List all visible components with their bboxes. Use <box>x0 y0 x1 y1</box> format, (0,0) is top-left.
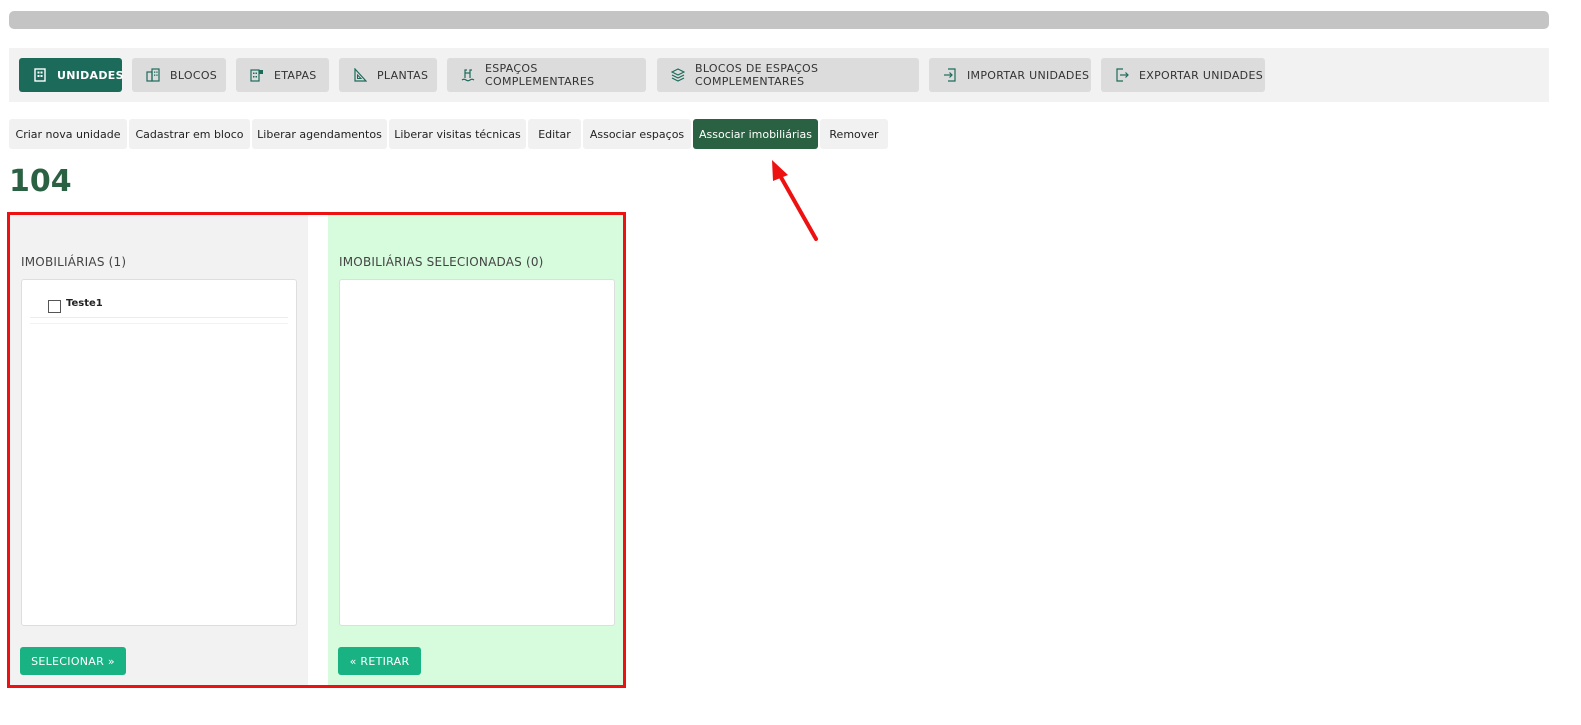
item-checkbox[interactable] <box>48 300 61 313</box>
tab-plantas[interactable]: PLANTAS <box>339 58 437 92</box>
tab-label: BLOCOS DE ESPAÇOS COMPLEMENTARES <box>695 62 819 88</box>
available-imobiliarias-panel: IMOBILIÁRIAS (1) Teste1 SELECIONAR » <box>10 215 308 685</box>
available-list[interactable]: Teste1 <box>21 279 297 626</box>
cadastrar-em-bloco-button[interactable]: Cadastrar em bloco <box>129 119 250 149</box>
list-divider <box>30 323 288 324</box>
pool-icon <box>461 68 475 82</box>
ruler-triangle-icon <box>353 68 367 82</box>
list-item-label: Teste1 <box>66 298 103 309</box>
retirar-button[interactable]: « RETIRAR <box>338 647 421 675</box>
page-title: 104 <box>9 164 72 199</box>
tab-blocos-espacos-complementares[interactable]: BLOCOS DE ESPAÇOS COMPLEMENTARES <box>657 58 919 92</box>
available-panel-title: IMOBILIÁRIAS (1) <box>21 255 127 269</box>
top-loading-bar <box>9 11 1549 29</box>
tab-importar-unidades[interactable]: IMPORTAR UNIDADES <box>929 58 1091 92</box>
editar-button[interactable]: Editar <box>528 119 581 149</box>
associar-imobiliarias-button[interactable]: Associar imobiliárias <box>693 119 818 149</box>
building-icon <box>33 68 47 82</box>
annotation-arrow <box>772 160 818 241</box>
stages-icon <box>250 68 264 82</box>
highlight-frame: IMOBILIÁRIAS (1) Teste1 SELECIONAR » IMO… <box>7 212 626 688</box>
liberar-visitas-tecnicas-button[interactable]: Liberar visitas técnicas <box>389 119 526 149</box>
buildings-icon <box>146 68 160 82</box>
selected-imobiliarias-panel: IMOBILIÁRIAS SELECIONADAS (0) « RETIRAR <box>328 215 623 685</box>
tab-label: UNIDADES <box>57 68 124 82</box>
tab-label: BLOCOS <box>170 68 218 82</box>
selected-panel-title: IMOBILIÁRIAS SELECIONADAS (0) <box>339 255 544 269</box>
tab-etapas[interactable]: ETAPAS <box>236 58 329 92</box>
section-tabs: UNIDADES BLOCOS ETAPAS PLANTAS ESPAÇOS C… <box>9 48 1549 102</box>
selected-list[interactable] <box>339 279 615 626</box>
tab-espacos-complementares[interactable]: ESPAÇOS COMPLEMENTARES <box>447 58 646 92</box>
tab-label: IMPORTAR UNIDADES <box>967 68 1090 82</box>
tab-label: ESPAÇOS COMPLEMENTARES <box>485 62 595 88</box>
layers-icon <box>671 68 685 82</box>
tab-label: PLANTAS <box>377 68 429 82</box>
associar-espacos-button[interactable]: Associar espaços <box>583 119 691 149</box>
remover-button[interactable]: Remover <box>820 119 888 149</box>
list-item[interactable]: Teste1 <box>30 292 288 318</box>
criar-nova-unidade-button[interactable]: Criar nova unidade <box>9 119 127 149</box>
tab-label: EXPORTAR UNIDADES <box>1139 68 1263 82</box>
tab-unidades[interactable]: UNIDADES <box>19 58 124 92</box>
liberar-agendamentos-button[interactable]: Liberar agendamentos <box>252 119 387 149</box>
tab-label: ETAPAS <box>274 68 317 82</box>
import-icon <box>943 68 957 82</box>
tab-exportar-unidades[interactable]: EXPORTAR UNIDADES <box>1101 58 1265 92</box>
tab-blocos[interactable]: BLOCOS <box>132 58 226 92</box>
selecionar-button[interactable]: SELECIONAR » <box>20 647 126 675</box>
export-icon <box>1115 68 1129 82</box>
